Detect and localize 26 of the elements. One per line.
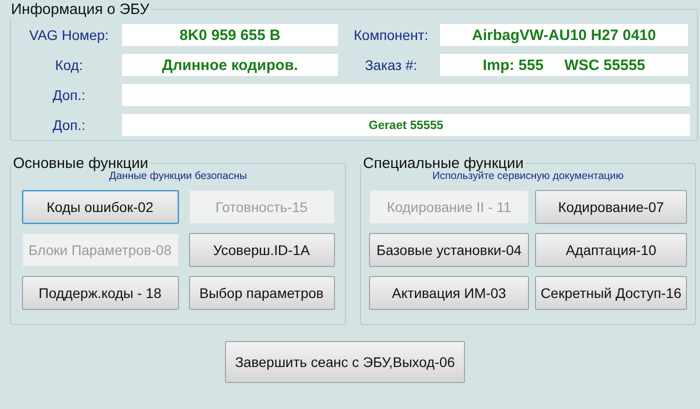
value-field: AirbagVW-AU10 H27 0410 — [439, 23, 689, 47]
panel-title: Информация о ЭБУ — [10, 1, 150, 18]
function-button[interactable]: Активация ИМ-03 — [369, 276, 529, 310]
value-field: 8K0 959 655 B — [121, 23, 339, 47]
function-button[interactable]: Секретный Доступ-16 — [535, 276, 687, 310]
panel-title: Основные функции — [12, 155, 150, 172]
panel-title: Специальные функции — [362, 155, 525, 172]
field-label: Доп.: — [52, 117, 86, 133]
value-field: Imp: 555 WSC 55555 — [439, 53, 689, 77]
function-button[interactable]: Поддерж.коды - 18 — [22, 276, 178, 310]
field-label: Компонент: — [352, 27, 430, 43]
function-button[interactable]: Выбор параметров — [188, 276, 334, 310]
group-note: Используйте сервисную документацию — [432, 170, 625, 182]
field-label: Код: — [54, 57, 84, 73]
exit-button[interactable]: Завершить сеанс с ЭБУ,Выход-06 — [225, 341, 465, 383]
field-label: Доп.: — [52, 87, 86, 103]
function-button[interactable]: Усоверш.ID-1A — [188, 233, 334, 267]
field-label: VAG Номер: — [28, 27, 110, 43]
group-note: Данные функции безопасны — [109, 170, 248, 182]
function-button[interactable]: Адаптация-10 — [535, 233, 687, 267]
function-button[interactable]: Коды ошибок-02 — [22, 190, 178, 224]
value-field: Geraet 55555 — [121, 113, 691, 137]
function-button[interactable]: Кодирование-07 — [535, 190, 687, 224]
value-field: Длинное кодиров. — [121, 53, 339, 77]
function-button[interactable]: Базовые установки-04 — [369, 233, 529, 267]
field-label: Заказ #: — [364, 57, 418, 73]
